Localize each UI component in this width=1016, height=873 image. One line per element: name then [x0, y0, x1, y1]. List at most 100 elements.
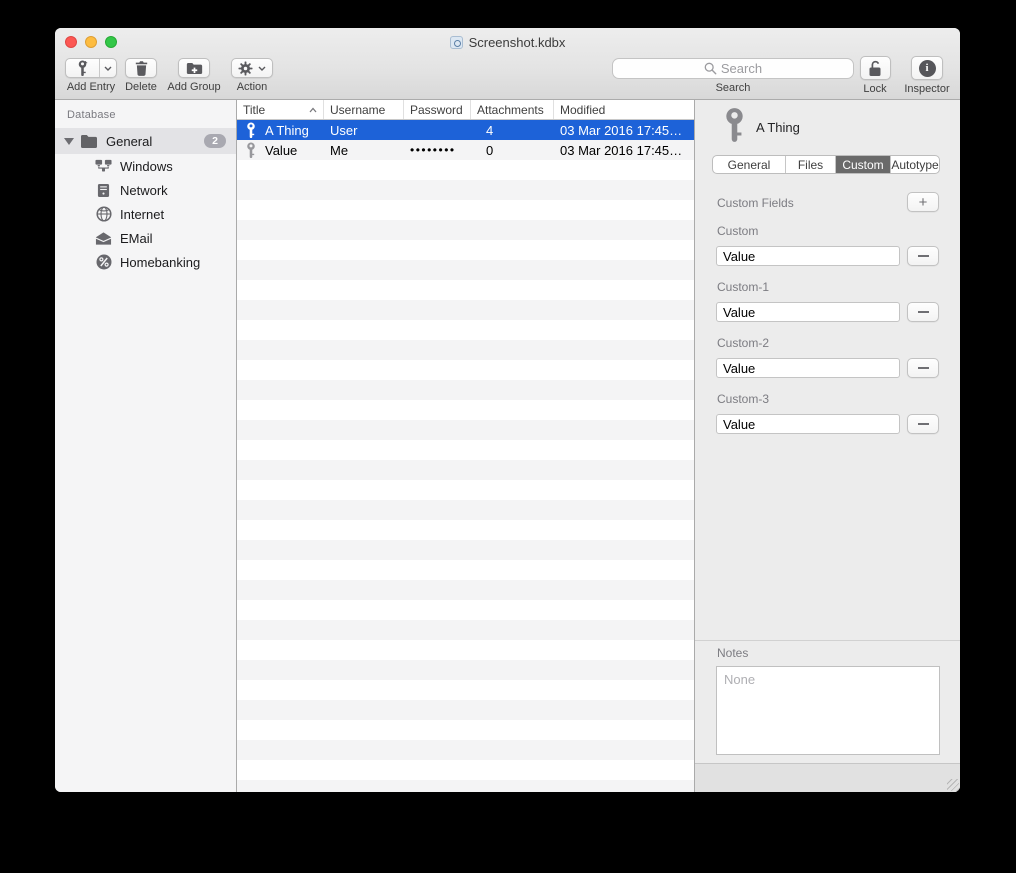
lock-button[interactable] [860, 56, 891, 80]
table-row[interactable]: Value Me •••••••• 0 03 Mar 2016 17:45… [237, 140, 694, 160]
action-button[interactable] [231, 58, 273, 78]
key-icon [246, 122, 256, 139]
cell-attachments: 0 [471, 140, 554, 160]
search-placeholder: Search [721, 61, 762, 76]
window-header: Screenshot.kdbx Add Entry Delete [55, 28, 960, 100]
add-entry-group: Add Entry [65, 58, 117, 93]
disclosure-triangle-icon[interactable] [64, 138, 74, 145]
screen: Screenshot.kdbx Add Entry Delete [0, 0, 1016, 873]
search-label: Search [716, 82, 751, 94]
window-title: Screenshot.kdbx [469, 35, 566, 50]
minus-icon [918, 367, 929, 369]
inspector-group: i Inspector [904, 58, 950, 95]
action-group: Action [230, 58, 274, 93]
sidebar-item-internet[interactable]: Internet [55, 202, 236, 226]
column-header-modified[interactable]: Modified [554, 100, 694, 119]
sidebar-section-header: Database [55, 100, 236, 121]
remove-custom-field-button[interactable] [907, 358, 939, 378]
sidebar-item-label: General [106, 134, 204, 149]
sidebar-item-general[interactable]: General 2 [55, 128, 236, 154]
key-icon [724, 107, 745, 144]
custom-field-input[interactable] [716, 414, 900, 434]
sidebar-item-label: Homebanking [120, 255, 200, 270]
cell-modified: 03 Mar 2016 17:45… [554, 120, 694, 140]
tab-custom[interactable]: Custom [836, 156, 891, 173]
sidebar-item-windows[interactable]: Windows [55, 154, 236, 178]
delete-button[interactable] [125, 58, 157, 78]
tab-autotype[interactable]: Autotype [891, 156, 939, 173]
custom-field-input[interactable] [716, 246, 900, 266]
column-header-attachments[interactable]: Attachments [471, 100, 554, 119]
globe-icon [95, 206, 112, 223]
cell-username: Me [324, 140, 404, 160]
minus-icon [918, 311, 929, 313]
column-header-password[interactable]: Password [404, 100, 471, 119]
lock-open-icon [868, 60, 882, 77]
column-header-username[interactable]: Username [324, 100, 404, 119]
custom-field-input[interactable] [716, 358, 900, 378]
sidebar-item-network[interactable]: Network [55, 178, 236, 202]
column-header-title[interactable]: Title [237, 100, 324, 119]
delete-group: Delete [121, 58, 161, 93]
minus-icon [918, 255, 929, 257]
add-entry-button[interactable] [65, 58, 117, 78]
search-input[interactable]: Search [612, 58, 854, 79]
sort-ascending-icon [309, 107, 317, 113]
sidebar-item-homebanking[interactable]: Homebanking [55, 250, 236, 274]
sidebar-item-label: Internet [120, 207, 164, 222]
custom-field-input[interactable] [716, 302, 900, 322]
server-icon [95, 182, 112, 199]
entry-title: A Thing [756, 120, 800, 135]
app-window: Screenshot.kdbx Add Entry Delete [55, 28, 960, 792]
add-entry-dropdown[interactable] [99, 59, 116, 77]
sidebar: Database General 2 Windows Network [55, 100, 237, 792]
resize-grip[interactable] [947, 779, 959, 791]
remove-custom-field-button[interactable] [907, 302, 939, 322]
key-plus-icon [66, 59, 99, 77]
percent-icon [95, 254, 112, 271]
folder-plus-icon [186, 62, 203, 75]
entry-count-badge: 2 [204, 134, 226, 148]
cell-modified: 03 Mar 2016 17:45… [554, 140, 694, 160]
search-icon [704, 62, 717, 75]
search-group: Search Search [612, 58, 854, 94]
add-custom-field-button[interactable]: + [907, 192, 939, 212]
cell-title: A Thing [265, 123, 309, 138]
custom-field-label: Custom-2 [717, 336, 769, 350]
titlebar: Screenshot.kdbx [55, 28, 960, 56]
action-label: Action [237, 81, 268, 93]
custom-field-label: Custom-3 [717, 392, 769, 406]
tab-general[interactable]: General [713, 156, 786, 173]
table-empty-area [237, 160, 694, 792]
table-header: Title Username Password Attachments Modi… [237, 100, 694, 120]
document-proxy-icon [450, 36, 463, 49]
sidebar-item-label: EMail [120, 231, 153, 246]
table-row[interactable]: A Thing User 4 03 Mar 2016 17:45… [237, 120, 694, 140]
minus-icon [918, 423, 929, 425]
cell-username: User [324, 120, 404, 140]
workgroup-icon [95, 158, 112, 175]
cell-attachments: 4 [471, 120, 554, 140]
gear-icon [238, 61, 253, 76]
remove-custom-field-button[interactable] [907, 414, 939, 434]
divider [695, 640, 960, 641]
notes-label: Notes [717, 646, 748, 660]
sidebar-item-label: Windows [120, 159, 173, 174]
info-icon: i [919, 60, 936, 77]
inspector-button[interactable]: i [911, 56, 943, 80]
notes-textarea[interactable] [716, 666, 940, 755]
content: Database General 2 Windows Network [55, 100, 960, 792]
tab-files[interactable]: Files [786, 156, 836, 173]
inspector-tabs: General Files Custom Autotype [712, 155, 940, 174]
remove-custom-field-button[interactable] [907, 246, 939, 266]
lock-label: Lock [863, 83, 886, 95]
custom-field-label: Custom [717, 224, 758, 238]
add-group-button[interactable] [178, 58, 210, 78]
cell-title: Value [265, 143, 297, 158]
lock-group: Lock [855, 58, 895, 95]
plus-icon: + [919, 195, 928, 210]
sidebar-item-email[interactable]: EMail [55, 226, 236, 250]
trash-icon [135, 61, 148, 76]
envelope-icon [95, 230, 112, 247]
inspector-panel: A Thing General Files Custom Autotype Cu… [695, 100, 960, 792]
